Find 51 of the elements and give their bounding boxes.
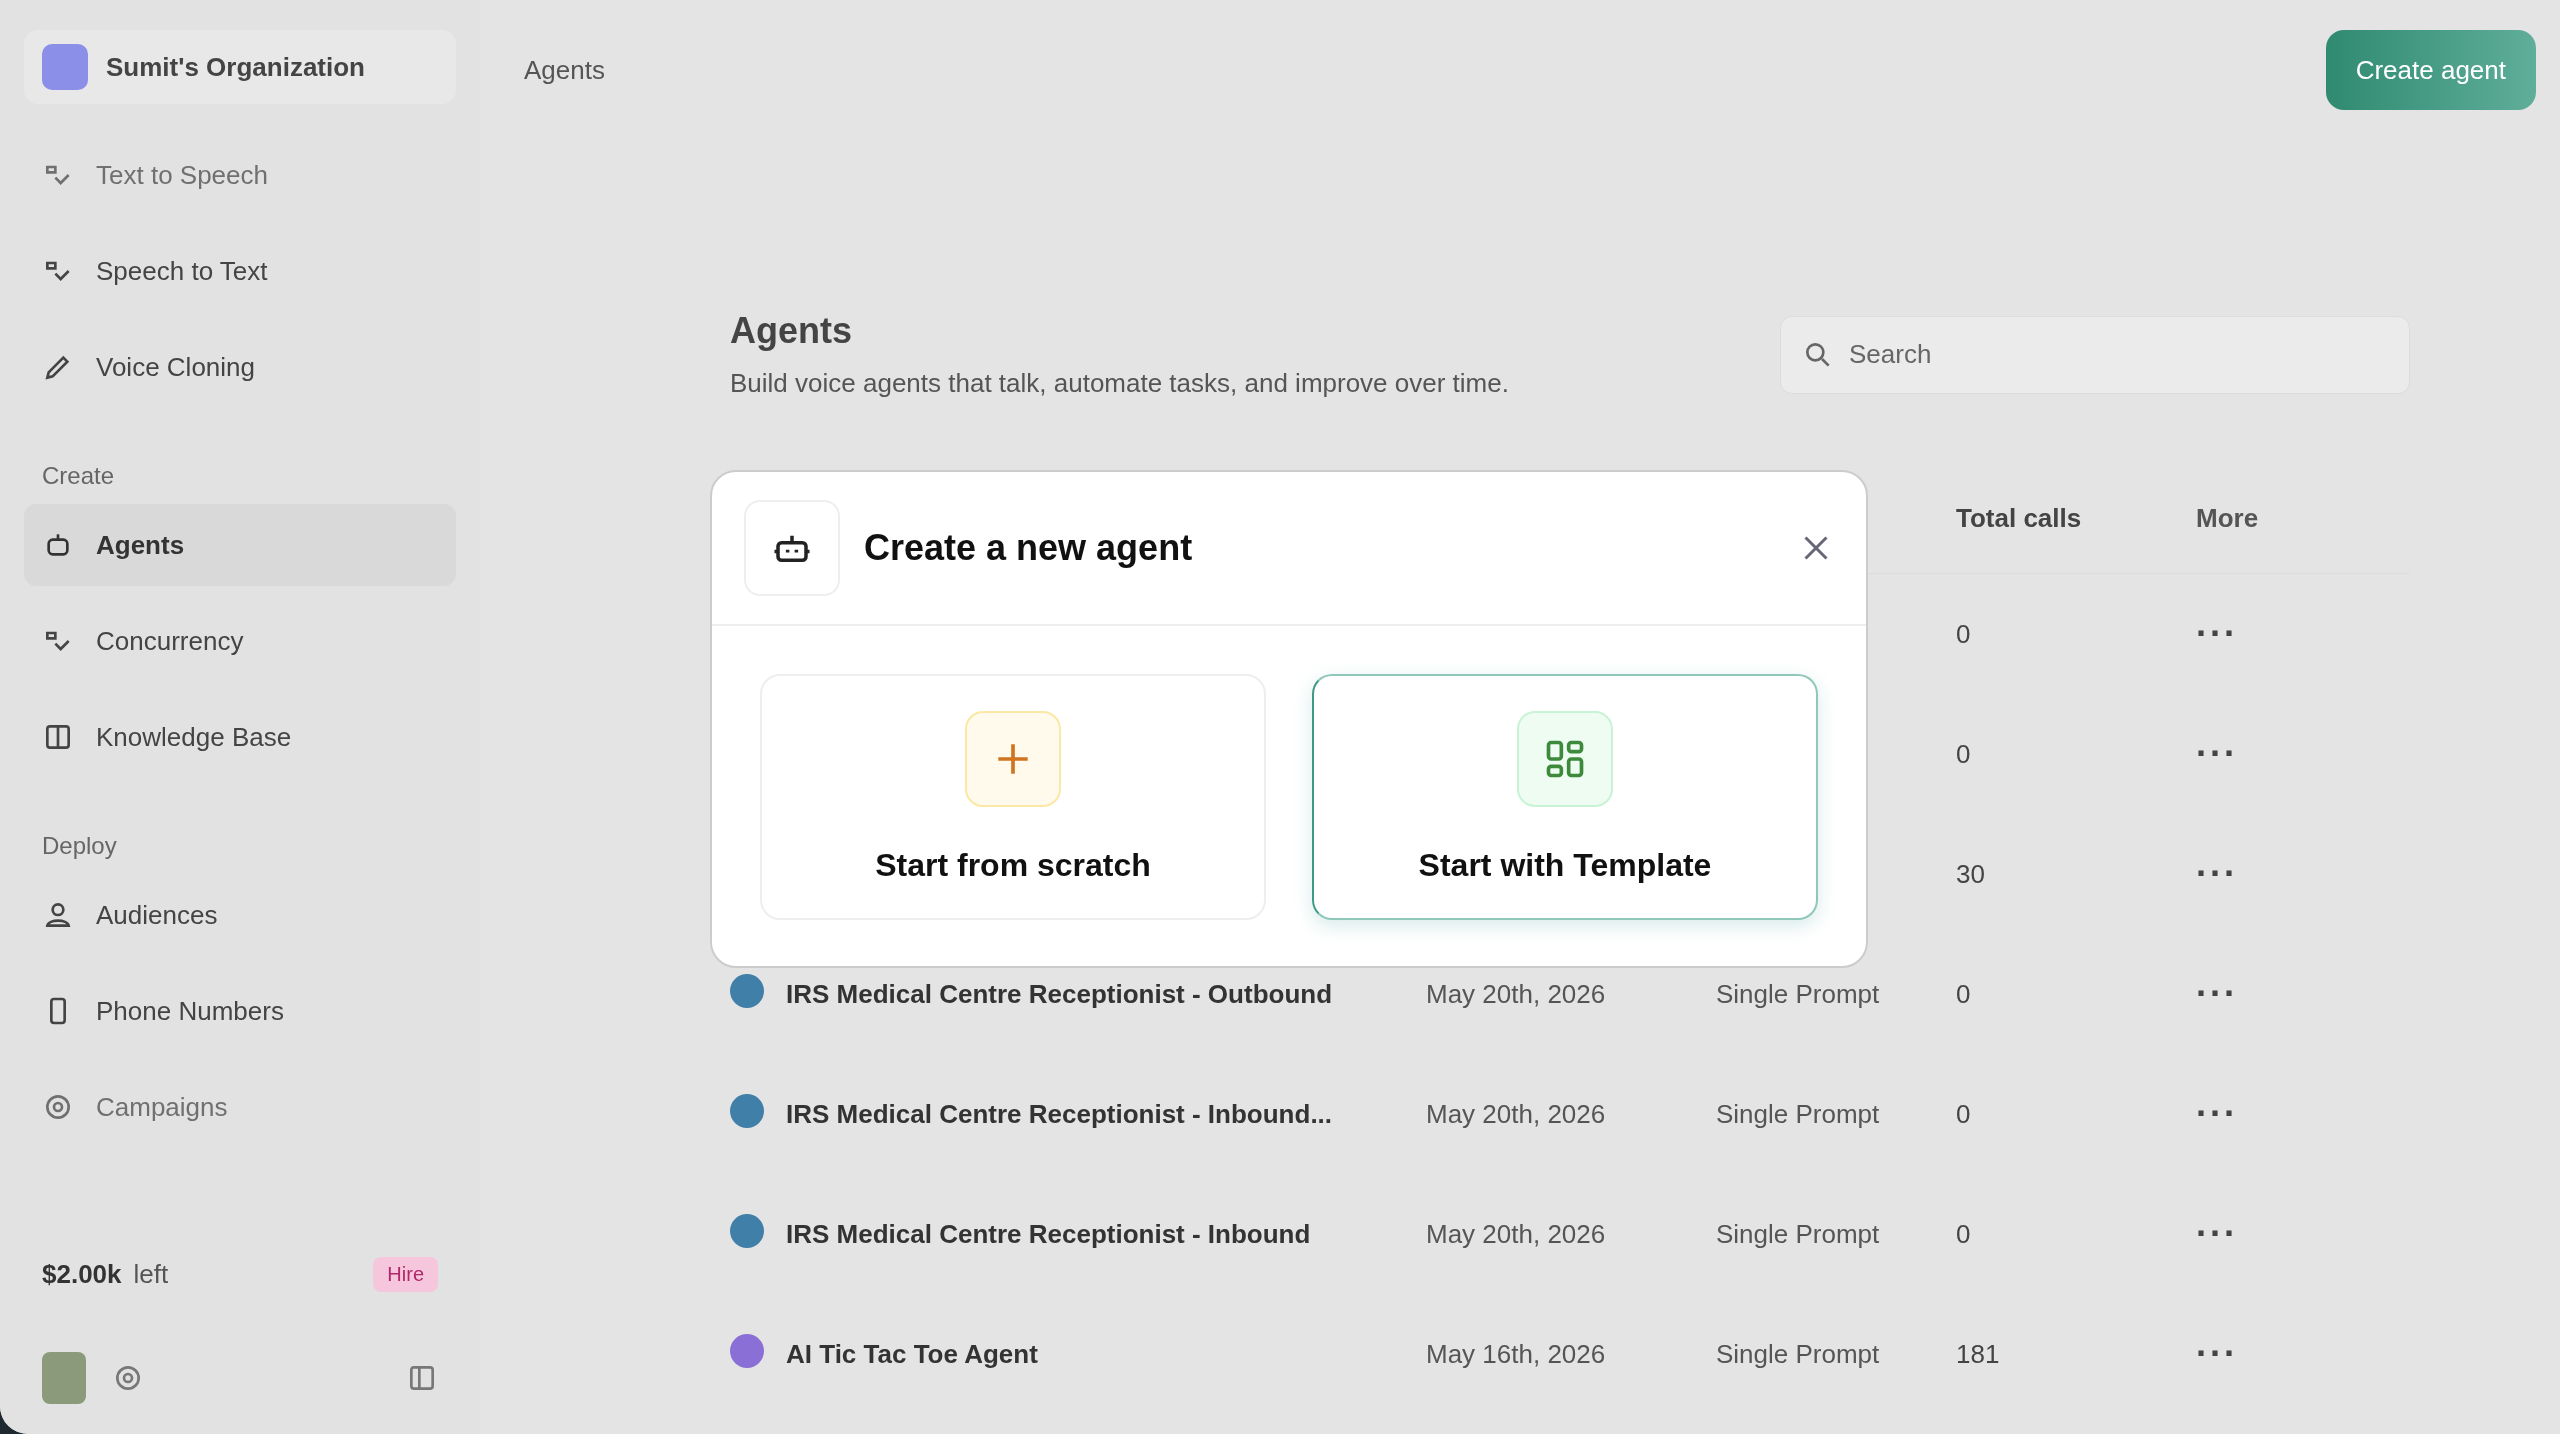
table-cell: May 20th, 2026 <box>1426 978 1606 1009</box>
sidebar-item[interactable]: Audiences <box>24 874 456 956</box>
page-title: Agents <box>730 310 853 352</box>
column-header[interactable]: Total calls <box>1956 502 2196 534</box>
agent-name[interactable]: IRS Medical Centre Receptionist - Inbound... <box>786 1098 1333 1129</box>
table-cell: Single Prompt <box>1716 1218 1880 1249</box>
table-cell: 0 <box>1956 1098 1971 1129</box>
credits-label: left <box>133 1259 169 1290</box>
agent-name[interactable]: IRS Medical Centre Receptionist - Inbound <box>786 1218 1311 1249</box>
table-cell: 30 <box>1956 858 1985 889</box>
sidebar-item[interactable]: Voice Cloning <box>24 326 456 408</box>
more-button[interactable]: ··· <box>2196 1333 2238 1374</box>
sidebar-item[interactable]: Concurrency <box>24 600 456 682</box>
breadcrumb[interactable]: Agents <box>524 54 605 86</box>
template-option-card[interactable]: Start with Template <box>1312 674 1818 920</box>
dialog-title: Create a new agent <box>864 527 1193 569</box>
credits-amount: $2.00k <box>42 1259 122 1290</box>
hire-badge[interactable]: Hire <box>373 1257 438 1292</box>
table-cell: May 20th, 2026 <box>1426 1218 1606 1249</box>
more-button[interactable]: ··· <box>2196 853 2238 894</box>
more-button[interactable]: ··· <box>2196 613 2238 654</box>
agent-name[interactable]: AI Tic Tac Toe Agent <box>786 1338 1038 1369</box>
table-cell: Single Prompt <box>1716 1098 1880 1129</box>
page-subtitle: Build voice agents that talk, automate tasks, and improve over time. <box>730 368 1509 399</box>
create-agent-button[interactable]: Create agent <box>2325 30 2536 110</box>
avatar-icon[interactable] <box>42 1352 86 1404</box>
table-cell: 0 <box>1956 738 1971 769</box>
organization-switcher[interactable]: Sumit's Organization <box>24 30 456 104</box>
section-label: Create <box>42 462 116 490</box>
table-cell: 0 <box>1956 618 1971 649</box>
table-cell: May 20th, 2026 <box>1426 1098 1606 1129</box>
table-cell: 181 <box>1956 1338 2000 1369</box>
table-cell: Single Prompt <box>1716 978 1880 1009</box>
sidebar-item[interactable]: Phone Numbers <box>24 970 456 1052</box>
table-cell: Single Prompt <box>1716 1338 1880 1369</box>
organization-logo-icon <box>42 44 88 90</box>
sidebar-item[interactable]: Speech to Text <box>24 230 456 312</box>
search-field[interactable]: Search <box>1780 315 2410 394</box>
column-header: More <box>2196 502 2260 534</box>
more-button[interactable]: ··· <box>2196 733 2238 774</box>
table-cell: May 16th, 2026 <box>1426 1338 1606 1369</box>
section-label: Deploy <box>42 832 118 860</box>
table-cell: 0 <box>1956 1218 1971 1249</box>
more-button[interactable]: ··· <box>2196 1093 2238 1134</box>
sidebar-item[interactable]: Agents <box>24 504 456 586</box>
scratch-option-card[interactable]: Start from scratch <box>760 674 1266 920</box>
table-cell: 0 <box>1956 978 1971 1009</box>
sidebar-item[interactable]: Knowledge Base <box>24 696 456 778</box>
more-button[interactable]: ··· <box>2196 973 2238 1014</box>
more-button[interactable]: ··· <box>2196 1213 2238 1254</box>
agent-name[interactable]: IRS Medical Centre Receptionist - Outbound <box>786 978 1333 1009</box>
